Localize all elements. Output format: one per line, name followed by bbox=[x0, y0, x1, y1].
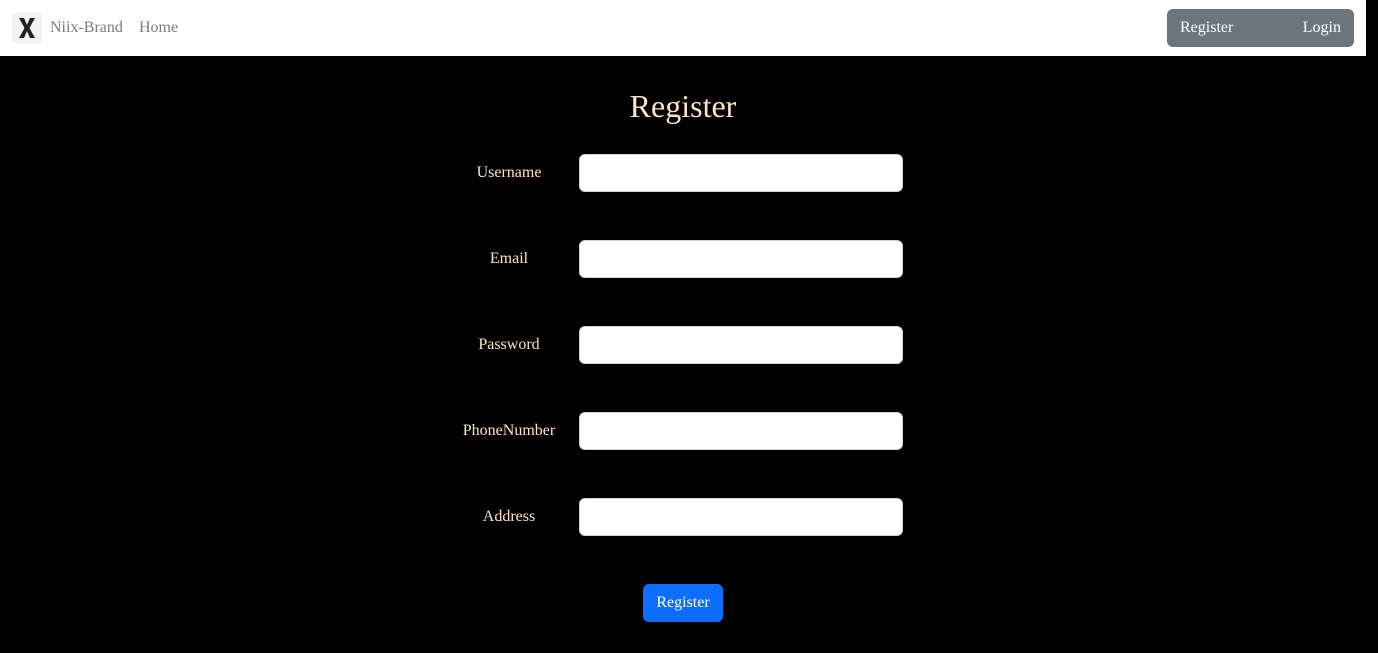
form-row-email: Email bbox=[0, 240, 1378, 278]
nav-home-link[interactable]: Home bbox=[139, 18, 178, 38]
form-row-username: Username bbox=[0, 154, 1378, 192]
navbar: Niix-Brand Home Register Login bbox=[0, 0, 1366, 56]
brand-name-link[interactable]: Niix-Brand bbox=[50, 18, 123, 38]
address-label: Address bbox=[482, 508, 536, 525]
address-input[interactable] bbox=[579, 498, 903, 536]
auth-button-group: Register Login bbox=[1167, 9, 1354, 47]
nav-register-button[interactable]: Register bbox=[1180, 18, 1233, 38]
username-label: Username bbox=[476, 164, 542, 181]
form-row-address: Address bbox=[0, 498, 1378, 536]
email-label: Email bbox=[489, 250, 529, 267]
form-row-password: Password bbox=[0, 326, 1378, 364]
username-input[interactable] bbox=[579, 154, 903, 192]
password-label: Password bbox=[478, 336, 540, 353]
phone-number-label: PhoneNumber bbox=[462, 422, 556, 439]
form-row-phone: PhoneNumber bbox=[0, 412, 1378, 450]
email-input[interactable] bbox=[579, 240, 903, 278]
register-submit-button[interactable]: Register bbox=[643, 584, 723, 622]
x-logo-glyph bbox=[19, 18, 35, 38]
phone-number-input[interactable] bbox=[579, 412, 903, 450]
x-logo-icon[interactable] bbox=[12, 13, 42, 43]
page-title: Register bbox=[629, 88, 737, 124]
password-input[interactable] bbox=[579, 326, 903, 364]
nav-login-button[interactable]: Login bbox=[1303, 18, 1341, 38]
